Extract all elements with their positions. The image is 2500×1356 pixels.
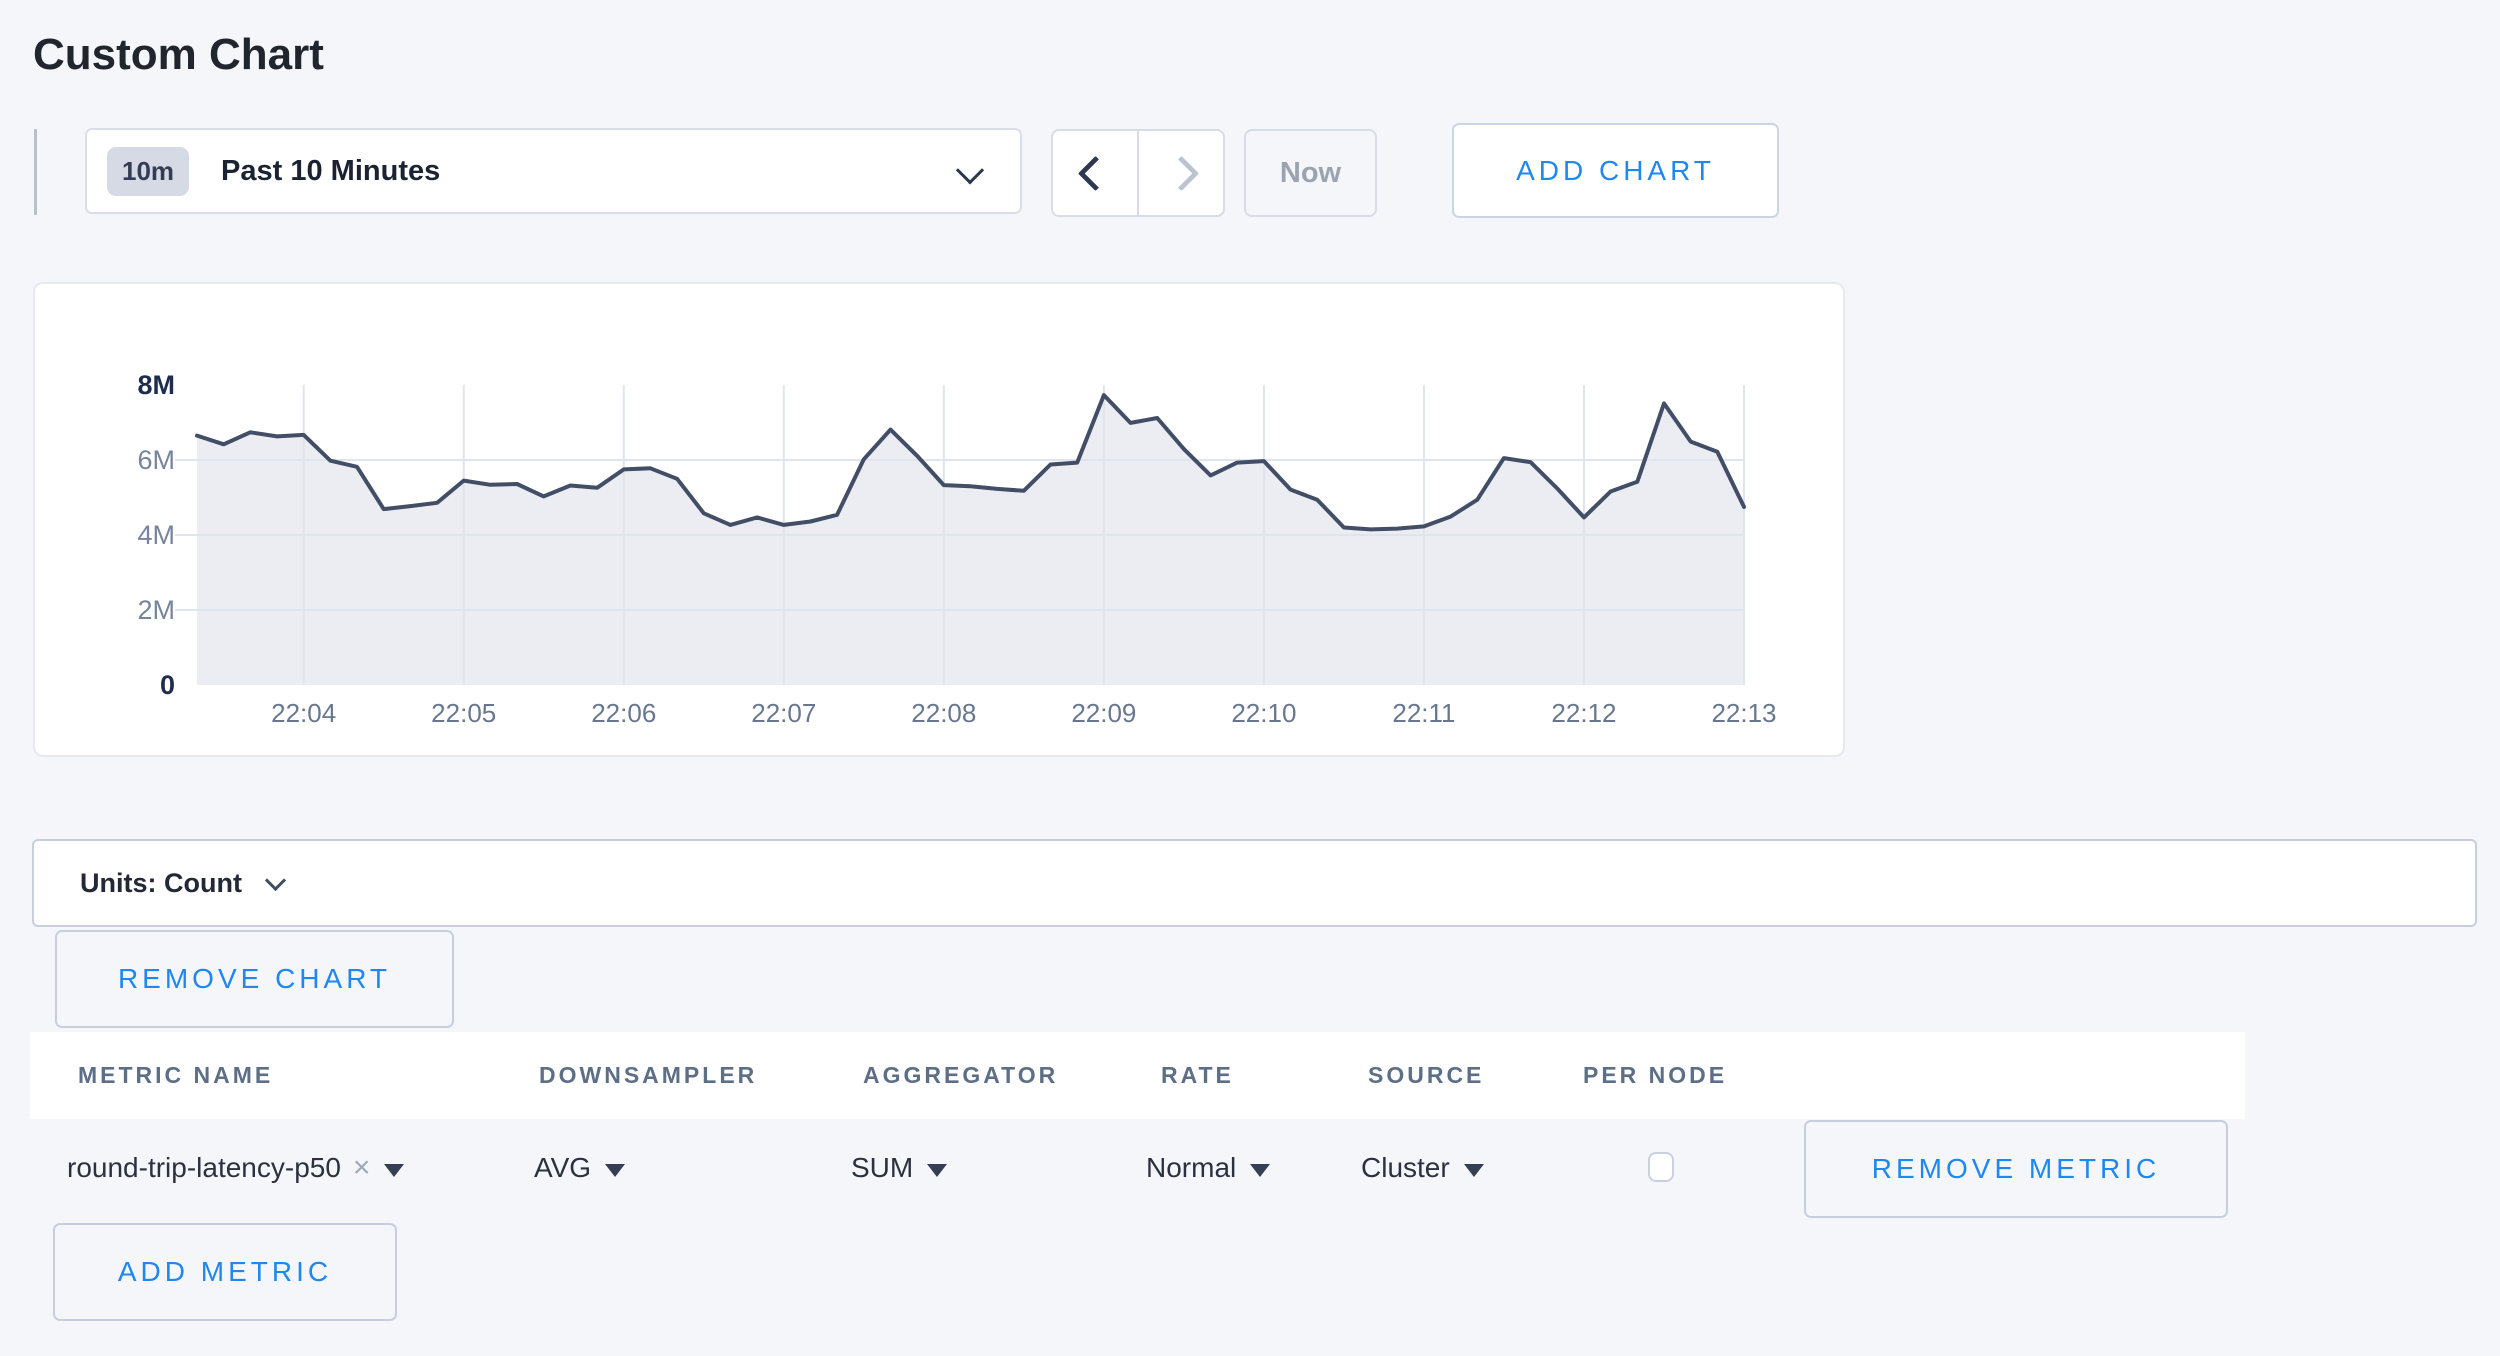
chevron-right-icon bbox=[1163, 155, 1198, 190]
remove-chart-button[interactable]: REMOVE CHART bbox=[55, 930, 454, 1028]
rate-value: Normal bbox=[1146, 1152, 1236, 1184]
svg-text:22:07: 22:07 bbox=[751, 698, 816, 728]
aggregator-select[interactable]: SUM bbox=[851, 1138, 947, 1198]
rate-select[interactable]: Normal bbox=[1146, 1138, 1270, 1198]
svg-text:22:04: 22:04 bbox=[271, 698, 336, 728]
svg-text:22:08: 22:08 bbox=[911, 698, 976, 728]
aggregator-value: SUM bbox=[851, 1152, 913, 1184]
prev-time-button[interactable] bbox=[1053, 131, 1137, 215]
timewindow-accent-bar bbox=[34, 129, 37, 215]
time-range-label: Past 10 Minutes bbox=[221, 155, 440, 188]
dropdown-arrow-icon bbox=[605, 1164, 625, 1177]
chevron-down-icon bbox=[956, 156, 984, 184]
col-header-aggregator: AGGREGATOR bbox=[863, 1032, 1058, 1119]
col-header-downsampler: DOWNSAMPLER bbox=[539, 1032, 757, 1119]
svg-text:6M: 6M bbox=[137, 445, 175, 475]
chevron-down-icon bbox=[265, 869, 286, 890]
time-range-badge: 10m bbox=[107, 147, 189, 196]
col-header-source: SOURCE bbox=[1368, 1032, 1484, 1119]
clear-metric-icon[interactable]: × bbox=[353, 1151, 371, 1185]
metric-name-select[interactable]: round-trip-latency-p50 × bbox=[67, 1138, 404, 1198]
svg-text:22:11: 22:11 bbox=[1392, 698, 1455, 728]
add-metric-button[interactable]: ADD METRIC bbox=[53, 1223, 397, 1321]
per-node-checkbox[interactable] bbox=[1648, 1152, 1674, 1182]
remove-metric-button[interactable]: REMOVE METRIC bbox=[1804, 1120, 2228, 1218]
svg-text:0: 0 bbox=[160, 670, 175, 700]
svg-text:22:06: 22:06 bbox=[591, 698, 656, 728]
page-title: Custom Chart bbox=[33, 30, 324, 80]
dropdown-arrow-icon bbox=[1250, 1164, 1270, 1177]
chart-card: 8M 6M 4M 2M 0 22:04 22:05 22:06 22:07 22:08 22:09 2… bbox=[33, 282, 1845, 757]
metrics-table-header: METRIC NAME DOWNSAMPLER AGGREGATOR RATE … bbox=[30, 1032, 2245, 1119]
time-range-dropdown[interactable]: 10m Past 10 Minutes bbox=[85, 128, 1022, 214]
custom-chart-page: Custom Chart 10m Past 10 Minutes Now ADD… bbox=[0, 0, 2500, 1356]
units-dropdown[interactable]: Units: Count bbox=[32, 839, 2477, 927]
svg-text:4M: 4M bbox=[137, 520, 175, 550]
add-chart-button[interactable]: ADD CHART bbox=[1452, 123, 1779, 218]
col-header-metric-name: METRIC NAME bbox=[78, 1032, 273, 1119]
dropdown-arrow-icon bbox=[1464, 1164, 1484, 1177]
svg-text:8M: 8M bbox=[137, 370, 175, 400]
source-select[interactable]: Cluster bbox=[1361, 1138, 1484, 1198]
svg-text:2M: 2M bbox=[137, 595, 175, 625]
source-value: Cluster bbox=[1361, 1152, 1450, 1184]
svg-text:22:05: 22:05 bbox=[431, 698, 496, 728]
svg-text:22:10: 22:10 bbox=[1231, 698, 1296, 728]
next-time-button[interactable] bbox=[1137, 131, 1223, 215]
svg-text:22:09: 22:09 bbox=[1071, 698, 1136, 728]
dropdown-arrow-icon bbox=[384, 1164, 404, 1177]
downsampler-select[interactable]: AVG bbox=[534, 1138, 625, 1198]
svg-text:22:13: 22:13 bbox=[1711, 698, 1776, 728]
time-nav-group bbox=[1051, 129, 1225, 217]
chevron-left-icon bbox=[1077, 155, 1112, 190]
downsampler-value: AVG bbox=[534, 1152, 591, 1184]
units-label: Units: Count bbox=[80, 868, 242, 899]
svg-text:22:12: 22:12 bbox=[1551, 698, 1616, 728]
metric-name-value: round-trip-latency-p50 bbox=[67, 1152, 341, 1184]
dropdown-arrow-icon bbox=[927, 1164, 947, 1177]
col-header-rate: RATE bbox=[1161, 1032, 1234, 1119]
now-button[interactable]: Now bbox=[1244, 129, 1377, 217]
custom-chart-svg: 8M 6M 4M 2M 0 22:04 22:05 22:06 22:07 22:08 22:09 2… bbox=[35, 284, 1843, 755]
col-header-per-node: PER NODE bbox=[1583, 1032, 1727, 1119]
